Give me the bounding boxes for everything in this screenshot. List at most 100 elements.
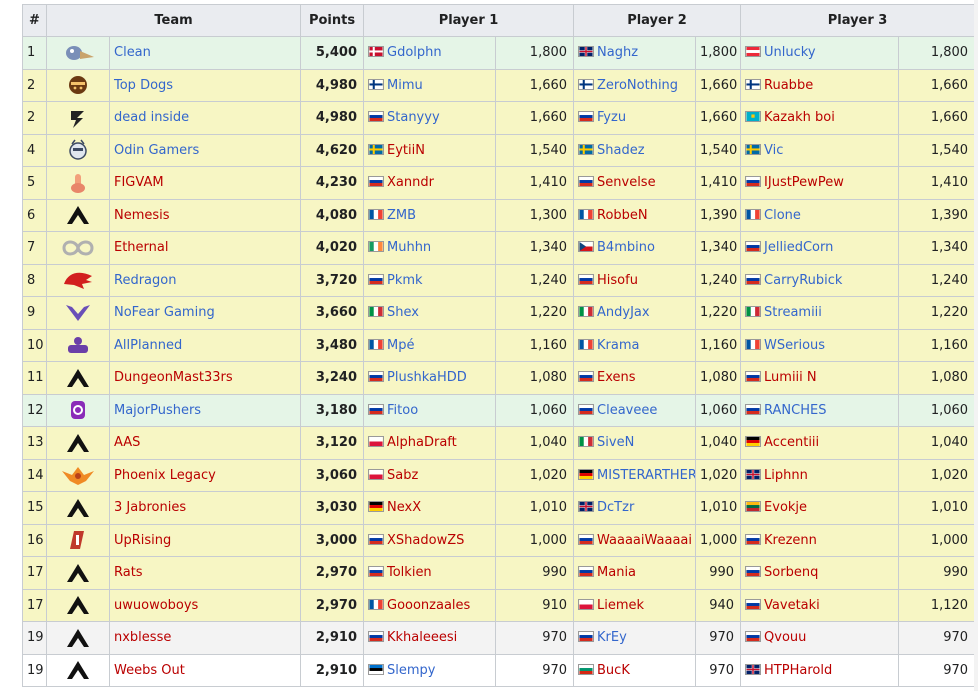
team-logo-cell[interactable] bbox=[46, 166, 110, 200]
team-link[interactable]: Clean bbox=[114, 45, 151, 60]
player-link[interactable]: Kkhaleeesi bbox=[387, 630, 457, 645]
player-link[interactable]: Ruabbe bbox=[764, 78, 813, 93]
team-logo-cell[interactable] bbox=[46, 426, 110, 460]
team-link[interactable]: FIGVAM bbox=[114, 175, 164, 190]
player-link[interactable]: PlushkaHDD bbox=[387, 370, 467, 385]
player-link[interactable]: Tolkien bbox=[387, 565, 432, 580]
col-header-player2[interactable]: Player 2 bbox=[573, 4, 742, 37]
player-link[interactable]: Gdolphn bbox=[387, 45, 442, 60]
team-link[interactable]: Odin Gamers bbox=[114, 143, 199, 158]
player-link[interactable]: Pkmk bbox=[387, 273, 423, 288]
team-link[interactable]: AllPlanned bbox=[114, 338, 182, 353]
team-logo-cell[interactable] bbox=[46, 621, 110, 655]
player-link[interactable]: ZMB bbox=[387, 208, 416, 223]
player-link[interactable]: Sorbenq bbox=[764, 565, 818, 580]
team-logo-cell[interactable] bbox=[46, 133, 110, 167]
player-link[interactable]: MISTERARTHER bbox=[597, 468, 695, 483]
team-link[interactable]: Rats bbox=[114, 565, 143, 580]
team-link[interactable]: Weebs Out bbox=[114, 663, 185, 678]
team-logo-cell[interactable] bbox=[46, 361, 110, 395]
player-link[interactable]: XShadowZS bbox=[387, 533, 464, 548]
player-link[interactable]: KrEy bbox=[597, 630, 627, 645]
player-link[interactable]: Shex bbox=[387, 305, 419, 320]
player-link[interactable]: Naghz bbox=[597, 45, 638, 60]
team-link[interactable]: MajorPushers bbox=[114, 403, 201, 418]
player-link[interactable]: NexX bbox=[387, 500, 421, 515]
player-link[interactable]: Streamiii bbox=[764, 305, 822, 320]
team-link[interactable]: NoFear Gaming bbox=[114, 305, 215, 320]
player-link[interactable]: WSerious bbox=[764, 338, 825, 353]
player-link[interactable]: RANCHES bbox=[764, 403, 826, 418]
player-link[interactable]: Hisofu bbox=[597, 273, 638, 288]
player-link[interactable]: AlphaDraft bbox=[387, 435, 457, 450]
player-link[interactable]: SiveN bbox=[597, 435, 634, 450]
player-link[interactable]: Sabz bbox=[387, 468, 418, 483]
team-link[interactable]: uwuowoboys bbox=[114, 598, 198, 613]
team-logo-cell[interactable] bbox=[46, 491, 110, 525]
player-link[interactable]: Mimu bbox=[387, 78, 423, 93]
player-link[interactable]: BucK bbox=[597, 663, 630, 678]
player-link[interactable]: ZeroNothing bbox=[597, 78, 678, 93]
team-logo-cell[interactable] bbox=[46, 393, 110, 427]
player-link[interactable]: Senvelse bbox=[597, 175, 656, 190]
player-link[interactable]: Slempy bbox=[387, 663, 435, 678]
col-header-player1[interactable]: Player 1 bbox=[362, 4, 575, 37]
player-link[interactable]: Exens bbox=[597, 370, 636, 385]
team-link[interactable]: Ethernal bbox=[114, 240, 168, 255]
col-header-rank[interactable]: # bbox=[22, 4, 47, 37]
player-link[interactable]: Krama bbox=[597, 338, 639, 353]
col-header-team[interactable]: Team bbox=[46, 4, 301, 37]
team-link[interactable]: Phoenix Legacy bbox=[114, 468, 216, 483]
player-link[interactable]: Vavetaki bbox=[764, 598, 820, 613]
player-link[interactable]: Liphnn bbox=[764, 468, 808, 483]
player-link[interactable]: Shadez bbox=[597, 143, 645, 158]
team-logo-cell[interactable] bbox=[46, 68, 110, 102]
player-link[interactable]: Liemek bbox=[597, 598, 644, 613]
player-link[interactable]: DcTzr bbox=[597, 500, 634, 515]
player-link[interactable]: HTPHarold bbox=[764, 663, 832, 678]
team-logo-cell[interactable] bbox=[46, 458, 110, 492]
team-link[interactable]: nxblesse bbox=[114, 630, 171, 645]
team-logo-cell[interactable] bbox=[46, 263, 110, 297]
team-link[interactable]: 3 Jabronies bbox=[114, 500, 186, 515]
team-logo-cell[interactable] bbox=[46, 588, 110, 622]
player-link[interactable]: Clone bbox=[764, 208, 801, 223]
player-link[interactable]: RobbeN bbox=[597, 208, 648, 223]
player-link[interactable]: Fyzu bbox=[597, 110, 626, 125]
player-link[interactable]: Unlucky bbox=[764, 45, 816, 60]
player-link[interactable]: Vic bbox=[764, 143, 783, 158]
team-logo-cell[interactable] bbox=[46, 36, 110, 70]
col-header-points[interactable]: Points bbox=[300, 4, 364, 37]
player-link[interactable]: Gooonzaales bbox=[387, 598, 470, 613]
player-link[interactable]: Fitoo bbox=[387, 403, 418, 418]
team-logo-cell[interactable] bbox=[46, 653, 110, 687]
player-link[interactable]: Stanyyy bbox=[387, 110, 440, 125]
player-link[interactable]: EytiiN bbox=[387, 143, 425, 158]
team-logo-cell[interactable] bbox=[46, 556, 110, 590]
team-logo-cell[interactable] bbox=[46, 198, 110, 232]
player-link[interactable]: Krezenn bbox=[764, 533, 817, 548]
team-link[interactable]: DungeonMast33rs bbox=[114, 370, 233, 385]
player-link[interactable]: WaaaaiWaaaai bbox=[597, 533, 692, 548]
player-link[interactable]: CarryRubick bbox=[764, 273, 842, 288]
team-logo-cell[interactable] bbox=[46, 328, 110, 362]
player-link[interactable]: Lumiii N bbox=[764, 370, 817, 385]
player-link[interactable]: Kazakh boi bbox=[764, 110, 835, 125]
player-link[interactable]: Muhhn bbox=[387, 240, 431, 255]
team-link[interactable]: AAS bbox=[114, 435, 140, 450]
player-link[interactable]: JelliedCorn bbox=[764, 240, 833, 255]
player-link[interactable]: IJustPewPew bbox=[764, 175, 844, 190]
player-link[interactable]: Qvouu bbox=[764, 630, 806, 645]
team-link[interactable]: Redragon bbox=[114, 273, 176, 288]
col-header-player3[interactable]: Player 3 bbox=[740, 4, 976, 37]
player-link[interactable]: Mania bbox=[597, 565, 636, 580]
player-link[interactable]: Mpé bbox=[387, 338, 414, 353]
team-logo-cell[interactable] bbox=[46, 101, 110, 135]
player-link[interactable]: Accentiii bbox=[764, 435, 819, 450]
team-logo-cell[interactable] bbox=[46, 523, 110, 557]
player-link[interactable]: Cleaveee bbox=[597, 403, 657, 418]
team-logo-cell[interactable] bbox=[46, 296, 110, 330]
team-logo-cell[interactable] bbox=[46, 231, 110, 265]
team-link[interactable]: UpRising bbox=[114, 533, 171, 548]
team-link[interactable]: dead inside bbox=[114, 110, 189, 125]
